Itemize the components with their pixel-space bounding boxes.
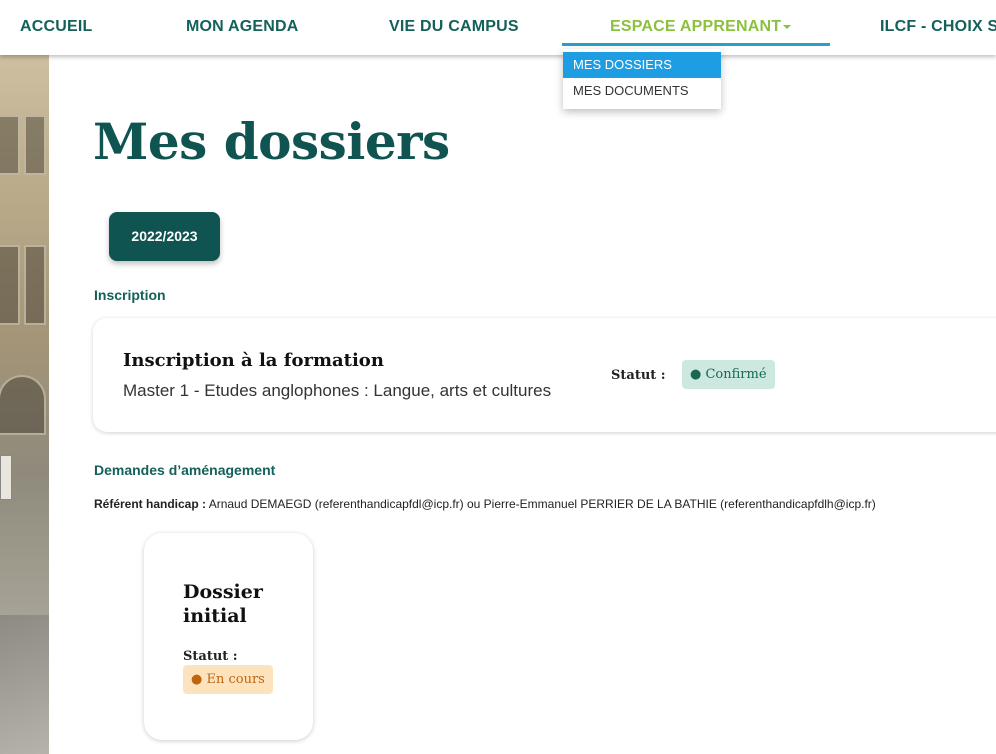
- inscription-card: Inscription à la formation Master 1 - Et…: [93, 318, 996, 432]
- program-name: Master 1 - Etudes anglophones : Langue, …: [123, 381, 552, 400]
- nav-accueil[interactable]: ACCUEIL: [20, 18, 93, 36]
- dossier-initial-card[interactable]: Dossier initial Statut : ● En cours: [144, 533, 313, 740]
- section-label-amenagement: Demandes d’aménagement: [94, 462, 276, 478]
- status-badge-en-cours: ● En cours: [183, 665, 273, 694]
- year-tab-2022-2023[interactable]: 2022/2023: [109, 212, 220, 261]
- top-navigation: ACCUEIL MON AGENDA VIE DU CAMPUS ESPACE …: [0, 0, 996, 55]
- referent-handicap-line: Référent handicap : Arnaud DEMAEGD (refe…: [94, 497, 876, 511]
- chevron-down-icon: [783, 24, 792, 29]
- active-nav-underline: [562, 43, 830, 46]
- background-photo: [0, 55, 49, 754]
- page-title: Mes dossiers: [93, 112, 450, 171]
- dossier-status-label: Statut :: [183, 649, 238, 664]
- dropdown-item-mes-dossiers[interactable]: MES DOSSIERS: [563, 52, 721, 78]
- dropdown-item-mes-documents[interactable]: MES DOCUMENTS: [563, 78, 721, 104]
- nav-mon-agenda[interactable]: MON AGENDA: [186, 18, 299, 36]
- inscription-status-label: Statut :: [611, 368, 666, 383]
- nav-espace-apprenant[interactable]: ESPACE APPRENANT: [610, 18, 792, 36]
- nav-espace-apprenant-label: ESPACE APPRENANT: [610, 18, 782, 35]
- section-label-inscription: Inscription: [94, 287, 166, 303]
- nav-ilcf-choix[interactable]: ILCF - CHOIX SE: [880, 18, 996, 36]
- referent-contacts: Arnaud DEMAEGD (referenthandicapfdl@icp.…: [206, 497, 876, 511]
- inscription-card-title: Inscription à la formation: [123, 350, 384, 371]
- espace-apprenant-dropdown: MES DOSSIERS MES DOCUMENTS: [563, 49, 721, 109]
- dossier-title: Dossier initial: [183, 581, 263, 627]
- status-badge-confirmed: ● Confirmé: [682, 360, 775, 389]
- nav-vie-du-campus[interactable]: VIE DU CAMPUS: [389, 18, 519, 36]
- referent-label: Référent handicap :: [94, 497, 207, 511]
